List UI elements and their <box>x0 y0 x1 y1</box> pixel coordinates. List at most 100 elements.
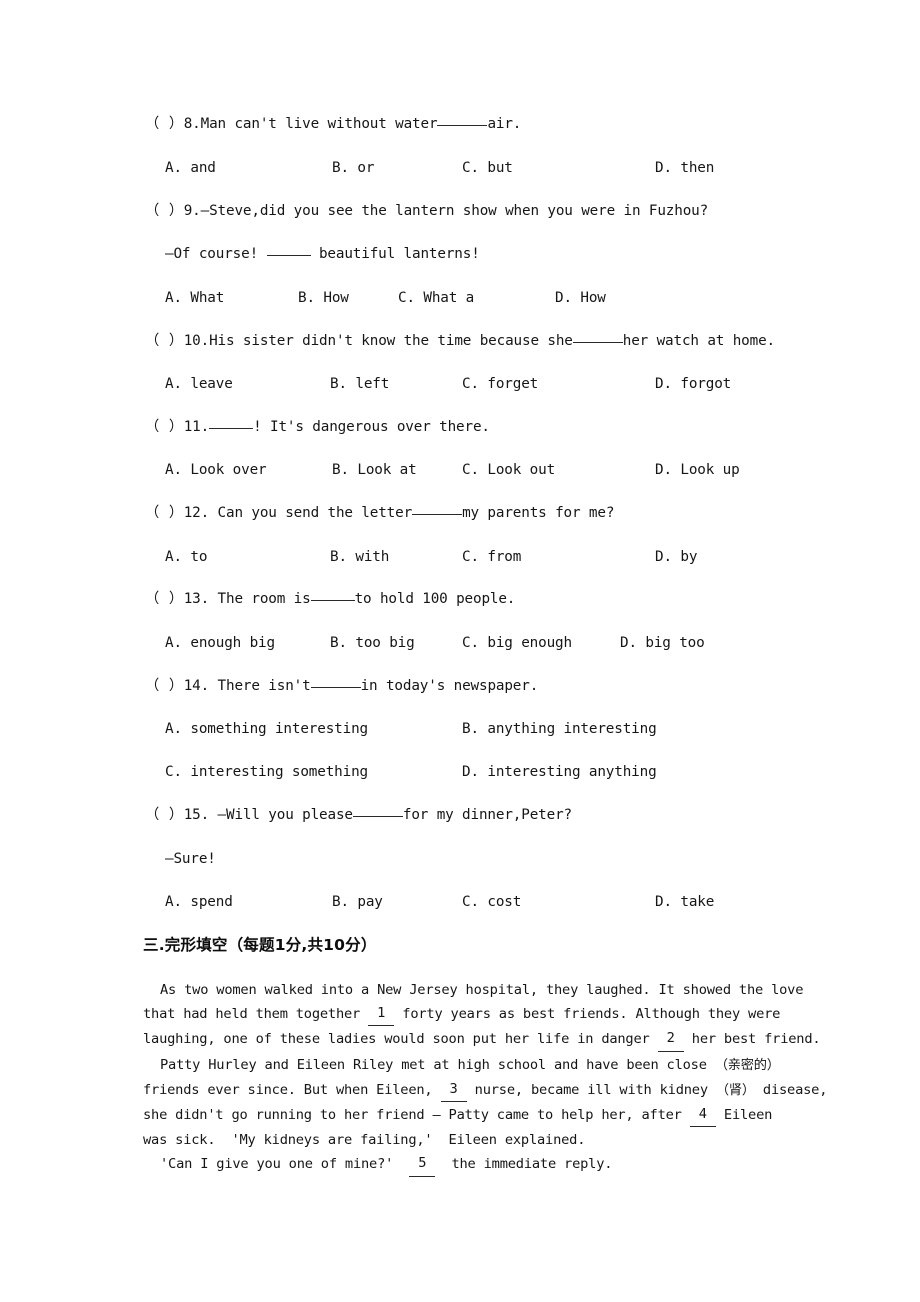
option-c-q11[interactable]: C. Look out <box>462 460 555 480</box>
answer-bracket-q8[interactable]: （ ） <box>145 116 184 132</box>
answer-blank[interactable] <box>437 125 488 126</box>
answer-blank[interactable] <box>310 687 361 688</box>
options-row-q15: A. spend B. pay C. cost D. take <box>165 892 845 912</box>
option-b-q15[interactable]: B. pay <box>332 892 383 912</box>
option-c-q10[interactable]: C. forget <box>462 374 538 394</box>
option-d-q14[interactable]: D. interesting anything <box>462 762 657 782</box>
option-a-q13[interactable]: A. enough big <box>165 633 275 653</box>
option-b-q12[interactable]: B. with <box>330 547 389 567</box>
stem-text-after: to hold 100 people. <box>354 591 516 607</box>
answer-bracket-q13[interactable]: （ ） <box>145 591 184 607</box>
question-stem-line2: —Of course! beautiful lanterns! <box>165 244 805 264</box>
answer-bracket-q9[interactable]: （ ） <box>145 203 184 219</box>
option-d-q13[interactable]: D. big too <box>620 633 705 653</box>
question-stem: （ ）12. Can you send the letter my parents… <box>145 503 805 523</box>
question-number: 10. <box>183 333 210 349</box>
passage-line: As two women walked into a New Jersey ho… <box>143 978 803 1002</box>
option-d-q9[interactable]: D. How <box>555 288 606 308</box>
answer-blank[interactable] <box>209 428 254 429</box>
answer-bracket-q11[interactable]: （ ） <box>145 419 184 435</box>
question-q9: （ ）9.—Steve,did you see the lantern show… <box>145 201 805 221</box>
option-a-q11[interactable]: A. Look over <box>165 460 267 480</box>
passage-text: Patty Hurley and Eileen Riley met at hig… <box>160 1056 715 1073</box>
answer-bracket-q12[interactable]: （ ） <box>145 505 184 521</box>
stem-text-before: The room is <box>209 591 311 607</box>
passage-blank-1[interactable]: 1 <box>368 1001 395 1027</box>
option-a-q15[interactable]: A. spend <box>165 892 233 912</box>
option-a-q8[interactable]: A. and <box>165 158 216 178</box>
option-a-q9[interactable]: A. What <box>165 288 224 308</box>
answer-blank[interactable] <box>310 600 355 601</box>
answer-blank[interactable] <box>352 816 403 817</box>
question-stem: （ ）15. —Will you please for my dinner,Pet… <box>145 805 805 825</box>
question-number: 14. <box>183 678 210 694</box>
option-a-q10[interactable]: A. leave <box>165 374 233 394</box>
stem-text-after: in today's newspaper. <box>360 678 539 694</box>
passage-text: As two women walked into a New Jersey ho… <box>160 982 804 998</box>
option-c-q15[interactable]: C. cost <box>462 892 521 912</box>
options-row-q10: A. leave B. left C. forget D. forgot <box>165 374 845 394</box>
passage-text: that had held them together <box>143 1006 369 1023</box>
question-q12: （ ）12. Can you send the letter my parents… <box>145 503 805 523</box>
passage-text: laughing, one of these ladies would soon… <box>143 1031 658 1048</box>
option-c-q13[interactable]: C. big enough <box>462 633 572 653</box>
answer-bracket-q14[interactable]: （ ） <box>145 678 184 694</box>
passage-line: was sick. 'My kidneys are failing,' Eile… <box>143 1128 795 1152</box>
question-number: 12. <box>183 505 210 521</box>
option-d-q12[interactable]: D. by <box>655 547 697 567</box>
passage-blank-5[interactable]: 5 <box>409 1151 436 1177</box>
reply-text-before: —Of course! <box>165 246 267 262</box>
answer-bracket-q10[interactable]: （ ） <box>145 333 184 349</box>
option-c-q8[interactable]: C. but <box>462 158 513 178</box>
passage-line: that had held them together 1 forty year… <box>143 1002 795 1027</box>
question-stem: （ ）11. ! It's dangerous over there. <box>145 417 805 437</box>
passage-text: 'Can I give you one of mine?' <box>160 1156 410 1173</box>
question-q14: （ ）14. There isn't in today's newspaper. <box>145 676 805 696</box>
option-b-q9[interactable]: B. How <box>298 288 349 308</box>
question-stem: （ ）14. There isn't in today's newspaper. <box>145 676 805 696</box>
passage-line: Patty Hurley and Eileen Riley met at hig… <box>143 1053 795 1078</box>
question-q10: （ ）10.His sister didn't know the time be… <box>145 331 805 351</box>
passage-text: was sick. 'My kidneys are failing,' Eile… <box>143 1132 586 1149</box>
passage-blank-4[interactable]: 4 <box>689 1102 716 1128</box>
option-b-q13[interactable]: B. too big <box>330 633 415 653</box>
stem-line-1: —Steve,did you see the lantern show when… <box>200 203 709 219</box>
stem-text-before: There isn't <box>209 678 311 694</box>
option-d-q10[interactable]: D. forgot <box>655 374 731 394</box>
stem-text-after: her watch at home. <box>622 333 775 349</box>
option-c-q12[interactable]: C. from <box>462 547 521 567</box>
question-stem: （ ）13. The room is to hold 100 people. <box>145 589 805 609</box>
answer-bracket-q15[interactable]: （ ） <box>145 807 184 823</box>
option-c-q9[interactable]: C. What a <box>398 288 474 308</box>
answer-blank[interactable] <box>266 255 311 256</box>
stem-text-after: air. <box>487 116 522 132</box>
option-b-q14[interactable]: B. anything interesting <box>462 719 657 739</box>
passage-line: 'Can I give you one of mine?' 5 the imme… <box>143 1152 795 1177</box>
option-d-q15[interactable]: D. take <box>655 892 714 912</box>
passage-line: laughing, one of these ladies would soon… <box>143 1026 821 1052</box>
option-b-q10[interactable]: B. left <box>330 374 389 394</box>
question-q15-reply: —Sure! <box>145 849 805 869</box>
question-q11: （ ）11. ! It's dangerous over there. <box>145 417 805 437</box>
option-c-q14[interactable]: C. interesting something <box>165 762 368 782</box>
option-b-q11[interactable]: B. Look at <box>332 460 417 480</box>
options-row-q8: A. and B. or C. but D. then <box>165 158 845 178</box>
passage-text: disease, <box>754 1081 828 1098</box>
option-b-q8[interactable]: B. or <box>332 158 374 178</box>
passage-blank-2[interactable]: 2 <box>657 1026 684 1052</box>
answer-blank[interactable] <box>572 342 623 343</box>
option-a-q14[interactable]: A. something interesting <box>165 719 368 739</box>
answer-blank[interactable] <box>412 514 463 515</box>
passage-line: she didn't go running to her friend — Pa… <box>143 1103 795 1128</box>
options-row-q11: A. Look over B. Look at C. Look out D. L… <box>165 460 845 480</box>
option-a-q12[interactable]: A. to <box>165 547 207 567</box>
option-d-q11[interactable]: D. Look up <box>655 460 740 480</box>
passage-text: her best friend. <box>683 1031 821 1048</box>
section-heading-cloze: 三.完形填空（每题1分,共10分） <box>143 936 377 954</box>
passage-blank-3[interactable]: 3 <box>440 1077 467 1103</box>
question-number: 15. <box>183 807 210 823</box>
question-q15: （ ）15. —Will you please for my dinner,Pet… <box>145 805 805 825</box>
question-q9-reply: —Of course! beautiful lanterns! <box>145 244 805 264</box>
options-row-q12: A. to B. with C. from D. by <box>165 547 845 567</box>
option-d-q8[interactable]: D. then <box>655 158 714 178</box>
